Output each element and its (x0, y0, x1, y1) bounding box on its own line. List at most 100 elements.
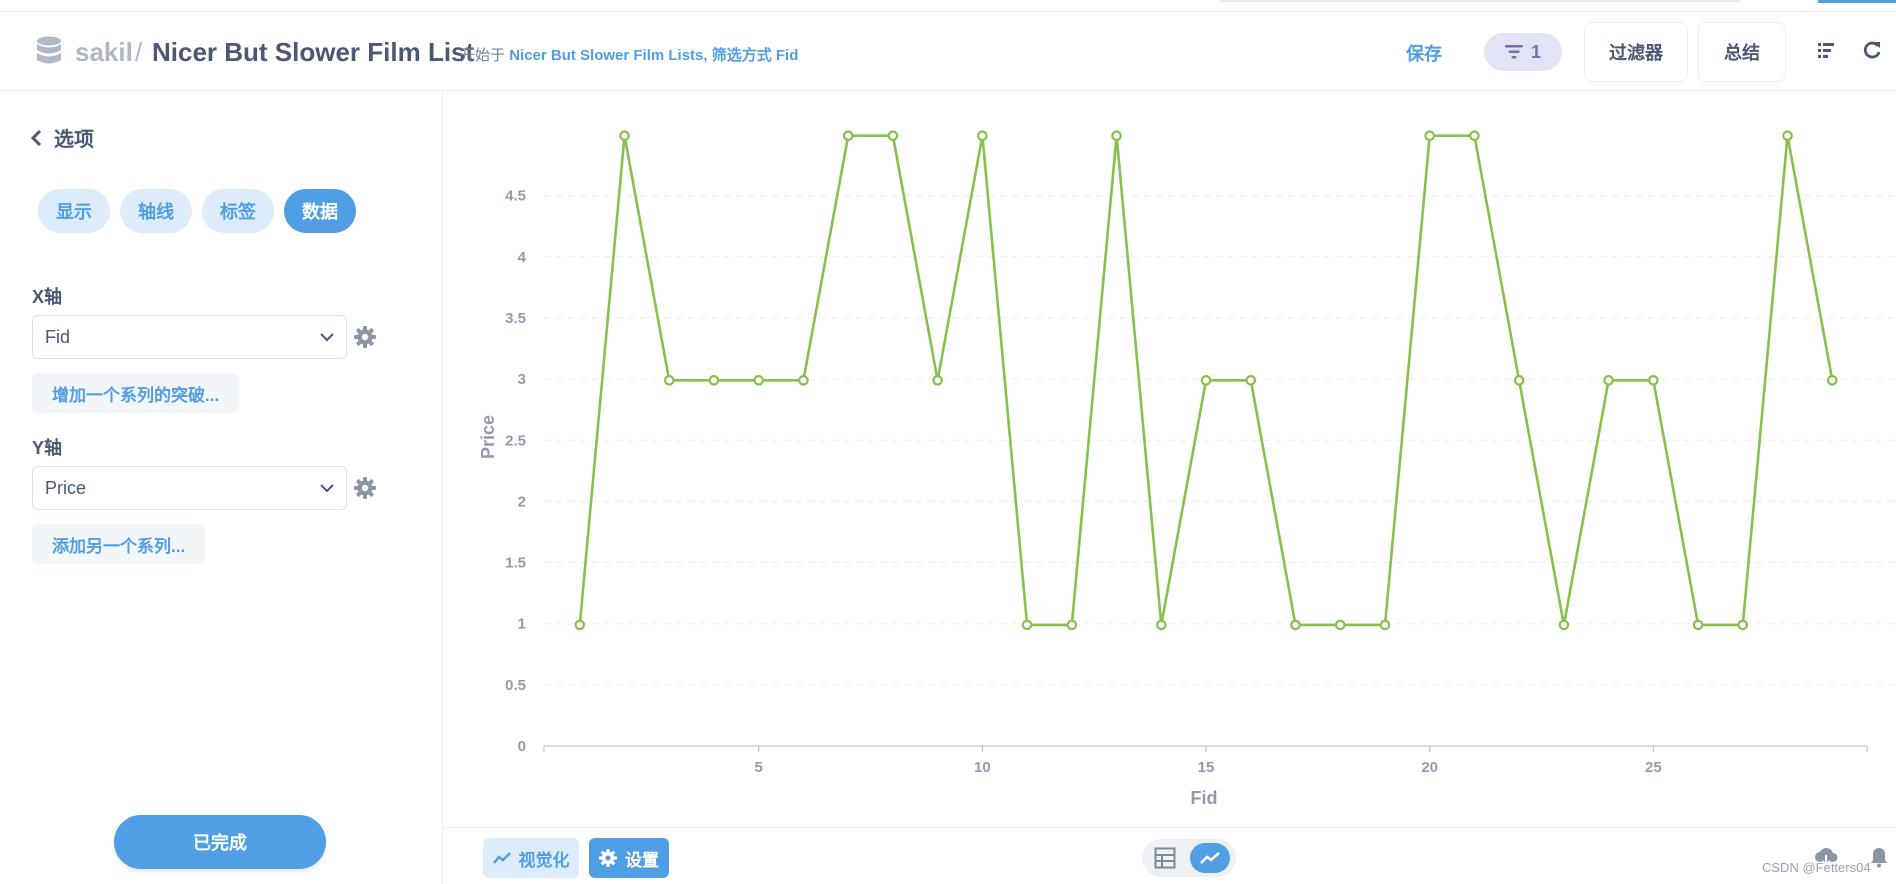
visualization-button[interactable]: 视觉化 (483, 838, 579, 878)
data-point (887, 130, 899, 142)
table-view-icon[interactable] (1154, 847, 1176, 869)
data-point (1334, 619, 1346, 631)
y-tick-label: 0.5 (505, 677, 526, 694)
chevron-left-icon (30, 129, 42, 146)
data-point (1692, 619, 1704, 631)
y-axis-label: Y轴 (32, 438, 63, 458)
database-icon (37, 36, 61, 64)
y-tick-label: 2 (518, 493, 526, 510)
refresh-icon[interactable] (1862, 40, 1882, 60)
tab-labels[interactable]: 标签 (202, 189, 274, 233)
y-tick-label: 4 (518, 249, 527, 266)
chevron-down-icon (320, 332, 334, 341)
y-tick-label: 1.5 (505, 555, 526, 572)
data-point (1513, 375, 1525, 386)
query-header: sakil / Nicer But Slower Film List 开始于 N… (0, 12, 1896, 91)
active-filters-pill[interactable]: 1 (1484, 33, 1562, 71)
y-tick-label: 0 (518, 738, 526, 755)
data-point (1737, 619, 1749, 631)
question-title[interactable]: Nicer But Slower Film List (152, 37, 474, 68)
x-tick-label: 5 (755, 759, 763, 776)
settings-button[interactable]: 设置 (589, 838, 669, 878)
y-axis-select[interactable]: Price (32, 466, 347, 510)
data-point (708, 375, 720, 386)
x-tick-label: 25 (1645, 759, 1662, 776)
data-point (798, 375, 809, 386)
data-point (1379, 619, 1391, 631)
save-button[interactable]: 保存 (1406, 40, 1442, 66)
data-point (1245, 375, 1257, 386)
watermark: CSDN @Fetters04 (1762, 860, 1871, 875)
chevron-down-icon (320, 483, 334, 492)
x-tick-label: 10 (974, 759, 991, 776)
data-point (574, 619, 586, 631)
data-point (1826, 375, 1838, 386)
line-chart: 0 0.5 1 1.5 2 2.5 3 3.5 4 4.5 5 10 15 20 25 Fid Price (478, 130, 1896, 808)
chart-view-toggle[interactable] (1190, 843, 1230, 873)
bell-icon[interactable] (1870, 846, 1888, 868)
filter-icon (1504, 45, 1523, 59)
summarize-button[interactable]: 总结 (1698, 22, 1786, 82)
x-axis-value: Fid (45, 326, 71, 347)
y-tick-label: 3 (518, 371, 526, 388)
query-footer: 视觉化 设置 (444, 827, 1896, 884)
x-tick-label: 15 (1198, 759, 1215, 776)
data-point (1290, 619, 1301, 631)
x-axis-label: X轴 (32, 287, 63, 307)
data-point (977, 130, 988, 142)
y-tick-label: 1 (518, 616, 526, 633)
x-axis-select[interactable]: Fid (32, 315, 347, 359)
add-another-series-button[interactable]: 添加另一个系列... (32, 524, 206, 564)
x-axis-gear-icon[interactable] (354, 326, 376, 348)
data-point (1782, 130, 1793, 142)
data-point (1603, 375, 1614, 386)
data-point (1066, 619, 1078, 631)
done-button[interactable]: 已完成 (114, 815, 326, 869)
chart-settings-sidebar: 选项 显示 轴线 标签 数据 X轴 Fid 增加一个系列的突破... Y轴 Pr… (0, 91, 443, 884)
chart-area: 0 0.5 1 1.5 2 2.5 3 3.5 4 4.5 5 10 15 20 25 Fid Price (444, 92, 1896, 827)
filter-count: 1 (1530, 41, 1541, 62)
filter-button[interactable]: 过滤器 (1584, 22, 1688, 82)
data-point (1021, 619, 1033, 631)
breadcrumb-separator: / (135, 37, 143, 67)
data-point (1111, 130, 1122, 142)
add-series-breakout-button[interactable]: 增加一个系列的突破... (32, 373, 240, 413)
y-tick-label: 4.5 (505, 188, 526, 205)
y-tick-label: 2.5 (505, 432, 526, 449)
view-toggle (1142, 839, 1236, 877)
back-to-options[interactable]: 选项 (30, 123, 94, 152)
data-point (1424, 130, 1435, 142)
data-point (1648, 375, 1659, 386)
y-axis-title: Price (478, 415, 498, 459)
question-source-subtitle: 开始于 Nicer But Slower Film Lists, 筛选方式 Fi… (460, 44, 798, 65)
data-point (1558, 619, 1570, 631)
subtitle-prefix: 开始于 (460, 47, 506, 64)
data-point (753, 375, 765, 386)
y-tick-label: 3.5 (505, 310, 526, 327)
data-point (1155, 619, 1167, 631)
source-question-link[interactable]: Nicer But Slower Film Lists, 筛选方式 Fid (509, 47, 798, 64)
data-point (842, 130, 854, 142)
data-point (1200, 375, 1212, 386)
notebook-editor-icon[interactable] (1816, 40, 1836, 60)
back-label: 选项 (54, 129, 94, 151)
y-axis-gear-icon[interactable] (354, 477, 376, 499)
settings-label: 设置 (625, 850, 659, 870)
tab-axes[interactable]: 轴线 (120, 189, 192, 233)
search-bar-edge[interactable] (1220, 0, 1740, 2)
breadcrumb-database[interactable]: sakil (75, 37, 133, 68)
data-point (932, 375, 943, 386)
tab-display[interactable]: 显示 (38, 189, 110, 233)
data-point (619, 130, 630, 142)
gear-icon (599, 849, 617, 867)
new-button-edge[interactable] (1818, 0, 1896, 3)
settings-tabs: 显示 轴线 标签 数据 (38, 189, 356, 233)
tab-data[interactable]: 数据 (284, 189, 356, 233)
visualization-label: 视觉化 (518, 850, 570, 870)
x-axis-title: Fid (1191, 788, 1218, 808)
y-axis-value: Price (45, 477, 87, 498)
line-chart-icon (492, 852, 511, 864)
data-point (1469, 130, 1480, 142)
top-nav-strip (0, 0, 1896, 12)
data-point (663, 375, 675, 386)
